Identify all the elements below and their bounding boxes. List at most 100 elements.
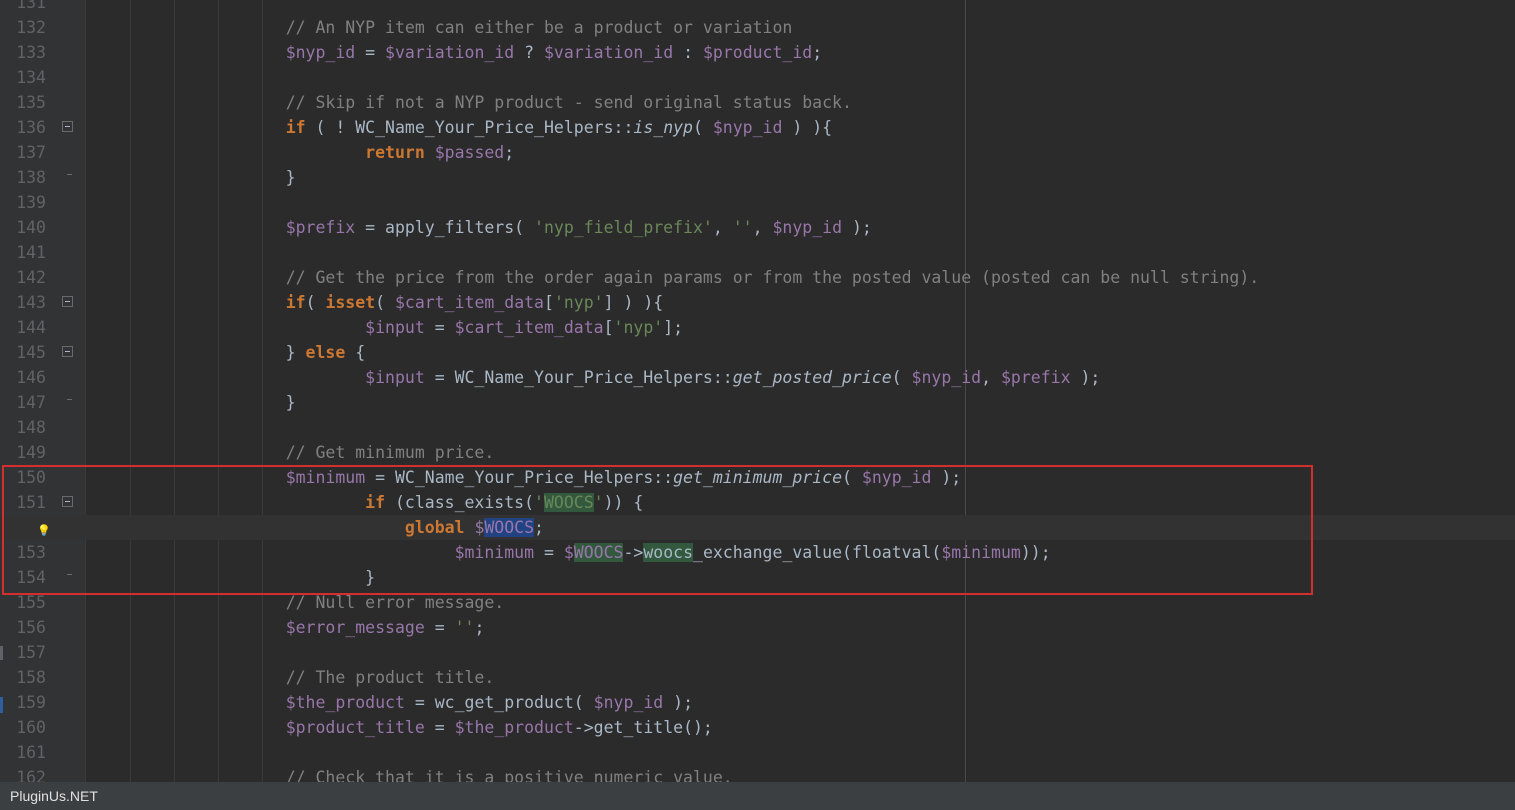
code-token: ); [1070,368,1101,387]
code-line[interactable]: 138 } [0,165,1515,190]
code-token: } [87,393,296,412]
line-code[interactable]: return $passed; [87,140,514,165]
code-line[interactable]: 134 [0,65,1515,90]
code-line[interactable]: 133 $nyp_id = $variation_id ? $variation… [0,40,1515,65]
code-line[interactable]: 131 [0,0,1515,15]
code-token: ( [891,368,912,387]
code-token: } [87,343,306,362]
code-token: = [424,618,455,637]
code-line[interactable]: 139 [0,190,1515,215]
code-token: $input [365,368,425,387]
code-line[interactable]: 148 [0,415,1515,440]
code-token: return [365,143,425,162]
code-line[interactable]: 145 } else { [0,340,1515,365]
line-code[interactable]: $product_title = $the_product->get_title… [87,715,713,740]
code-token: 'nyp' [613,318,664,337]
code-token: $nyp_id [712,118,783,137]
code-token: ; [474,618,485,637]
code-line[interactable]: 137 return $passed; [0,140,1515,165]
code-token: $variation_id [544,43,674,62]
code-token: // An NYP item can either be a product o… [285,18,793,37]
code-token: // Skip if not a NYP product - send orig… [285,93,852,112]
code-editor[interactable]: 131 132 // An NYP item can either be a pr… [0,0,1515,782]
code-token: : [673,43,703,62]
line-code[interactable]: } else { [87,340,366,365]
code-line[interactable]: 136 if ( ! WC_Name_Your_Price_Helpers::i… [0,115,1515,140]
code-line[interactable]: 135 // Skip if not a NYP product - send … [0,90,1515,115]
code-line[interactable]: 162 // Check that it is a positive numer… [0,765,1515,782]
code-line[interactable]: 161 [0,740,1515,765]
code-token: is_nyp [633,118,693,137]
code-line[interactable]: 143 if( isset( $cart_item_data['nyp'] ) … [0,290,1515,315]
code-token: $input [365,318,425,337]
line-number: 143 [16,293,46,312]
line-code[interactable]: if( isset( $cart_item_data['nyp'] ) ){ [87,290,664,315]
line-number: 157 [16,643,46,662]
code-line[interactable]: 146 $input = WC_Name_Your_Price_Helpers:… [0,365,1515,390]
fold-collapse-icon[interactable] [62,121,73,132]
code-token: if [285,118,306,137]
line-code[interactable]: $nyp_id = $variation_id ? $variation_id … [87,40,822,65]
line-code[interactable]: $input = $cart_item_data['nyp']; [87,315,683,340]
code-line[interactable]: 142 // Get the price from the order agai… [0,265,1515,290]
code-token: ); [663,693,694,712]
code-token: $the_product [285,693,405,712]
watermark-text: PluginUs.NET [10,788,98,804]
code-token: get_posted_price [732,368,892,387]
line-code[interactable]: // The product title. [87,665,495,690]
line-code[interactable]: if ( ! WC_Name_Your_Price_Helpers::is_ny… [87,115,832,140]
line-code[interactable]: $prefix = apply_filters( 'nyp_field_pref… [87,215,872,240]
line-code[interactable]: // Skip if not a NYP product - send orig… [87,90,852,115]
line-code[interactable]: $error_message = ''; [87,615,485,640]
code-lines[interactable]: 131 132 // An NYP item can either be a pr… [0,0,1515,782]
code-token: 'nyp_field_prefix' [534,218,713,237]
code-token: , [981,368,1001,387]
code-line[interactable]: 156 $error_message = ''; [0,615,1515,640]
line-code[interactable]: // Check that it is a positive numeric v… [87,765,733,782]
line-code[interactable]: // An NYP item can either be a product o… [87,15,793,40]
code-token: $cart_item_data [454,318,604,337]
line-code[interactable]: } [87,165,296,190]
code-line[interactable]: 157 [0,640,1515,665]
code-token: // Get minimum price. [285,443,495,462]
code-line[interactable]: 141 [0,240,1515,265]
code-line[interactable]: 147 } [0,390,1515,415]
code-token: // The product title. [285,668,495,687]
line-number: 158 [16,668,46,687]
line-code[interactable]: // Get the price from the order again pa… [87,265,1260,290]
code-token: ? [514,43,544,62]
line-code[interactable]: } [87,390,296,415]
line-number: 144 [16,318,46,337]
code-token: , [752,218,773,237]
code-token: } [87,168,296,187]
code-token: ( [375,293,395,312]
line-code[interactable]: // Get minimum price. [87,440,495,465]
code-token: $product_id [702,43,813,62]
line-code[interactable]: $the_product = wc_get_product( $nyp_id )… [87,690,693,715]
code-line[interactable]: 149 // Get minimum price. [0,440,1515,465]
fold-collapse-icon[interactable] [62,346,73,357]
code-token: // Check that it is a positive numeric v… [285,768,733,782]
code-line[interactable]: 140 $prefix = apply_filters( 'nyp_field_… [0,215,1515,240]
code-token: $nyp_id [772,218,843,237]
code-token: $nyp_id [911,368,982,387]
fold-collapse-icon[interactable] [62,296,73,307]
line-number: 133 [16,43,46,62]
annotation-highlight-box [2,465,1313,595]
code-line[interactable]: 160 $product_title = $the_product->get_t… [0,715,1515,740]
line-number: 146 [16,368,46,387]
code-line[interactable]: 132 // An NYP item can either be a produ… [0,15,1515,40]
code-line[interactable]: 158 // The product title. [0,665,1515,690]
code-line[interactable]: 144 $input = $cart_item_data['nyp']; [0,315,1515,340]
code-token: ; [504,143,515,162]
code-token: // Get the price from the order again pa… [285,268,1260,287]
line-code[interactable]: $input = WC_Name_Your_Price_Helpers::get… [87,365,1100,390]
code-line[interactable]: 159 $the_product = wc_get_product( $nyp_… [0,690,1515,715]
